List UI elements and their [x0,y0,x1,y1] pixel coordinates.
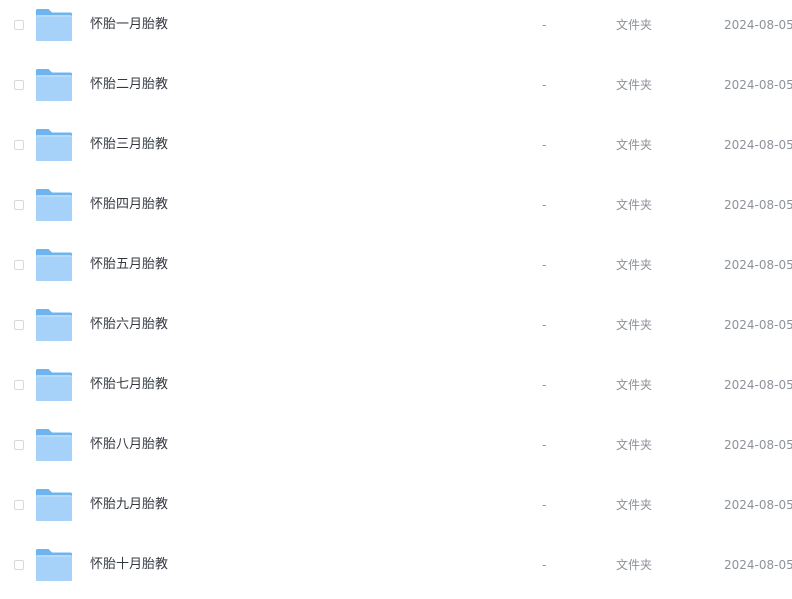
file-type: 文件夹 [616,258,653,272]
file-type: 文件夹 [616,138,653,152]
file-type: 文件夹 [616,318,653,332]
file-type: 文件夹 [616,198,653,212]
file-row[interactable]: 怀胎九月胎教 - 文件夹 2024-08-05 [0,479,792,539]
file-name[interactable]: 怀胎二月胎教 [90,76,168,94]
folder-icon [36,69,72,101]
folder-icon [36,489,72,521]
file-type: 文件夹 [616,78,653,92]
file-type: 文件夹 [616,378,653,392]
folder-icon [36,129,72,161]
file-date: 2024-08-05 [724,78,792,92]
folder-icon [36,429,72,461]
folder-icon [36,369,72,401]
file-type: 文件夹 [616,498,653,512]
file-date: 2024-08-05 [724,318,792,332]
file-type: 文件夹 [616,438,653,452]
file-size: - [542,18,547,32]
file-size: - [542,498,547,512]
file-size: - [542,78,547,92]
folder-icon [36,9,72,41]
file-size: - [542,258,547,272]
file-row[interactable]: 怀胎四月胎教 - 文件夹 2024-08-05 [0,179,792,239]
file-size: - [542,318,547,332]
file-date: 2024-08-05 [724,438,792,452]
file-row[interactable]: 怀胎二月胎教 - 文件夹 2024-08-05 [0,59,792,119]
file-size: - [542,138,547,152]
file-size: - [542,558,547,572]
row-checkbox[interactable] [14,200,24,210]
folder-icon [36,549,72,581]
row-checkbox[interactable] [14,500,24,510]
file-type: 文件夹 [616,18,653,32]
folder-icon [36,189,72,221]
file-name[interactable]: 怀胎九月胎教 [90,496,168,514]
folder-icon [36,249,72,281]
file-name[interactable]: 怀胎七月胎教 [90,376,168,394]
file-date: 2024-08-05 [724,138,792,152]
file-date: 2024-08-05 [724,18,792,32]
folder-icon [36,309,72,341]
row-checkbox[interactable] [14,440,24,450]
file-date: 2024-08-05 [724,498,792,512]
file-name[interactable]: 怀胎四月胎教 [90,196,168,214]
file-size: - [542,438,547,452]
file-size: - [542,378,547,392]
row-checkbox[interactable] [14,380,24,390]
file-date: 2024-08-05 [724,258,792,272]
file-name[interactable]: 怀胎一月胎教 [90,16,168,34]
file-row[interactable]: 怀胎八月胎教 - 文件夹 2024-08-05 [0,419,792,479]
file-row[interactable]: 怀胎十月胎教 - 文件夹 2024-08-05 [0,539,792,599]
file-name[interactable]: 怀胎十月胎教 [90,556,168,574]
row-checkbox[interactable] [14,560,24,570]
file-row[interactable]: 怀胎一月胎教 - 文件夹 2024-08-05 [0,0,792,59]
file-date: 2024-08-05 [724,558,792,572]
file-row[interactable]: 怀胎五月胎教 - 文件夹 2024-08-05 [0,239,792,299]
file-row[interactable]: 怀胎六月胎教 - 文件夹 2024-08-05 [0,299,792,359]
file-name[interactable]: 怀胎八月胎教 [90,436,168,454]
row-checkbox[interactable] [14,20,24,30]
file-date: 2024-08-05 [724,198,792,212]
file-name[interactable]: 怀胎六月胎教 [90,316,168,334]
file-row[interactable]: 怀胎三月胎教 - 文件夹 2024-08-05 [0,119,792,179]
row-checkbox[interactable] [14,260,24,270]
row-checkbox[interactable] [14,140,24,150]
file-name[interactable]: 怀胎五月胎教 [90,256,168,274]
file-row[interactable]: 怀胎七月胎教 - 文件夹 2024-08-05 [0,359,792,419]
file-name[interactable]: 怀胎三月胎教 [90,136,168,154]
row-checkbox[interactable] [14,320,24,330]
file-date: 2024-08-05 [724,378,792,392]
row-checkbox[interactable] [14,80,24,90]
file-list: 怀胎一月胎教 - 文件夹 2024-08-05 怀胎二月胎教 - 文件夹 202… [0,0,792,589]
file-size: - [542,198,547,212]
file-type: 文件夹 [616,558,653,572]
